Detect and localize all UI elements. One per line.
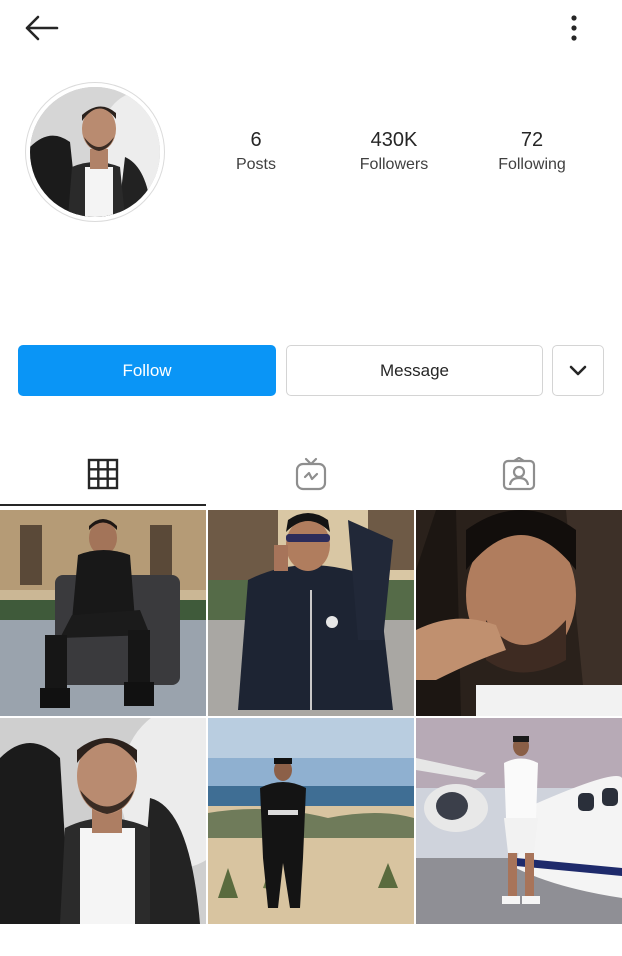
post-image — [208, 510, 414, 716]
grid-icon — [87, 458, 119, 490]
followers-count: 430K — [370, 129, 418, 151]
tagged-icon — [502, 457, 536, 491]
post-image — [208, 718, 414, 924]
following-label: Following — [498, 156, 566, 173]
follow-button[interactable]: Follow — [18, 345, 276, 396]
posts-stat[interactable]: 6 Posts — [196, 128, 316, 176]
igtv-icon — [295, 457, 327, 491]
post-image — [416, 718, 622, 924]
post-man-sitting-armchair[interactable] — [0, 510, 206, 716]
tab-posts-grid[interactable] — [0, 444, 206, 504]
post-image — [416, 510, 622, 716]
tab-igtv[interactable] — [208, 444, 414, 504]
posts-label: Posts — [235, 156, 276, 173]
suggested-accounts-button[interactable] — [552, 345, 604, 396]
following-count: 72 — [520, 129, 544, 151]
post-man-phone-hoodie[interactable] — [208, 510, 414, 716]
tab-tagged[interactable] — [416, 444, 622, 504]
options-menu-button[interactable] — [556, 8, 592, 48]
post-man-private-jet[interactable] — [416, 718, 622, 924]
following-stat[interactable]: 72 Following — [472, 128, 592, 176]
message-button[interactable]: Message — [286, 345, 543, 396]
followers-stat[interactable]: 430K Followers — [334, 128, 454, 176]
arrow-left-icon — [25, 15, 59, 41]
post-man-closeup-hand[interactable] — [416, 510, 622, 716]
post-image — [0, 718, 206, 924]
avatar-photo — [30, 87, 160, 217]
post-man-beach-dunes[interactable] — [208, 718, 414, 924]
posts-count: 6 — [250, 129, 262, 151]
active-tab-indicator — [0, 504, 206, 506]
post-man-blurred-portrait[interactable] — [0, 718, 206, 924]
chevron-down-icon — [569, 365, 587, 375]
profile-avatar[interactable] — [25, 82, 165, 222]
back-button[interactable] — [18, 8, 64, 48]
more-vertical-icon — [571, 15, 577, 41]
page-bottom-space — [0, 926, 622, 956]
followers-label: Followers — [359, 156, 429, 173]
post-image — [0, 510, 206, 716]
